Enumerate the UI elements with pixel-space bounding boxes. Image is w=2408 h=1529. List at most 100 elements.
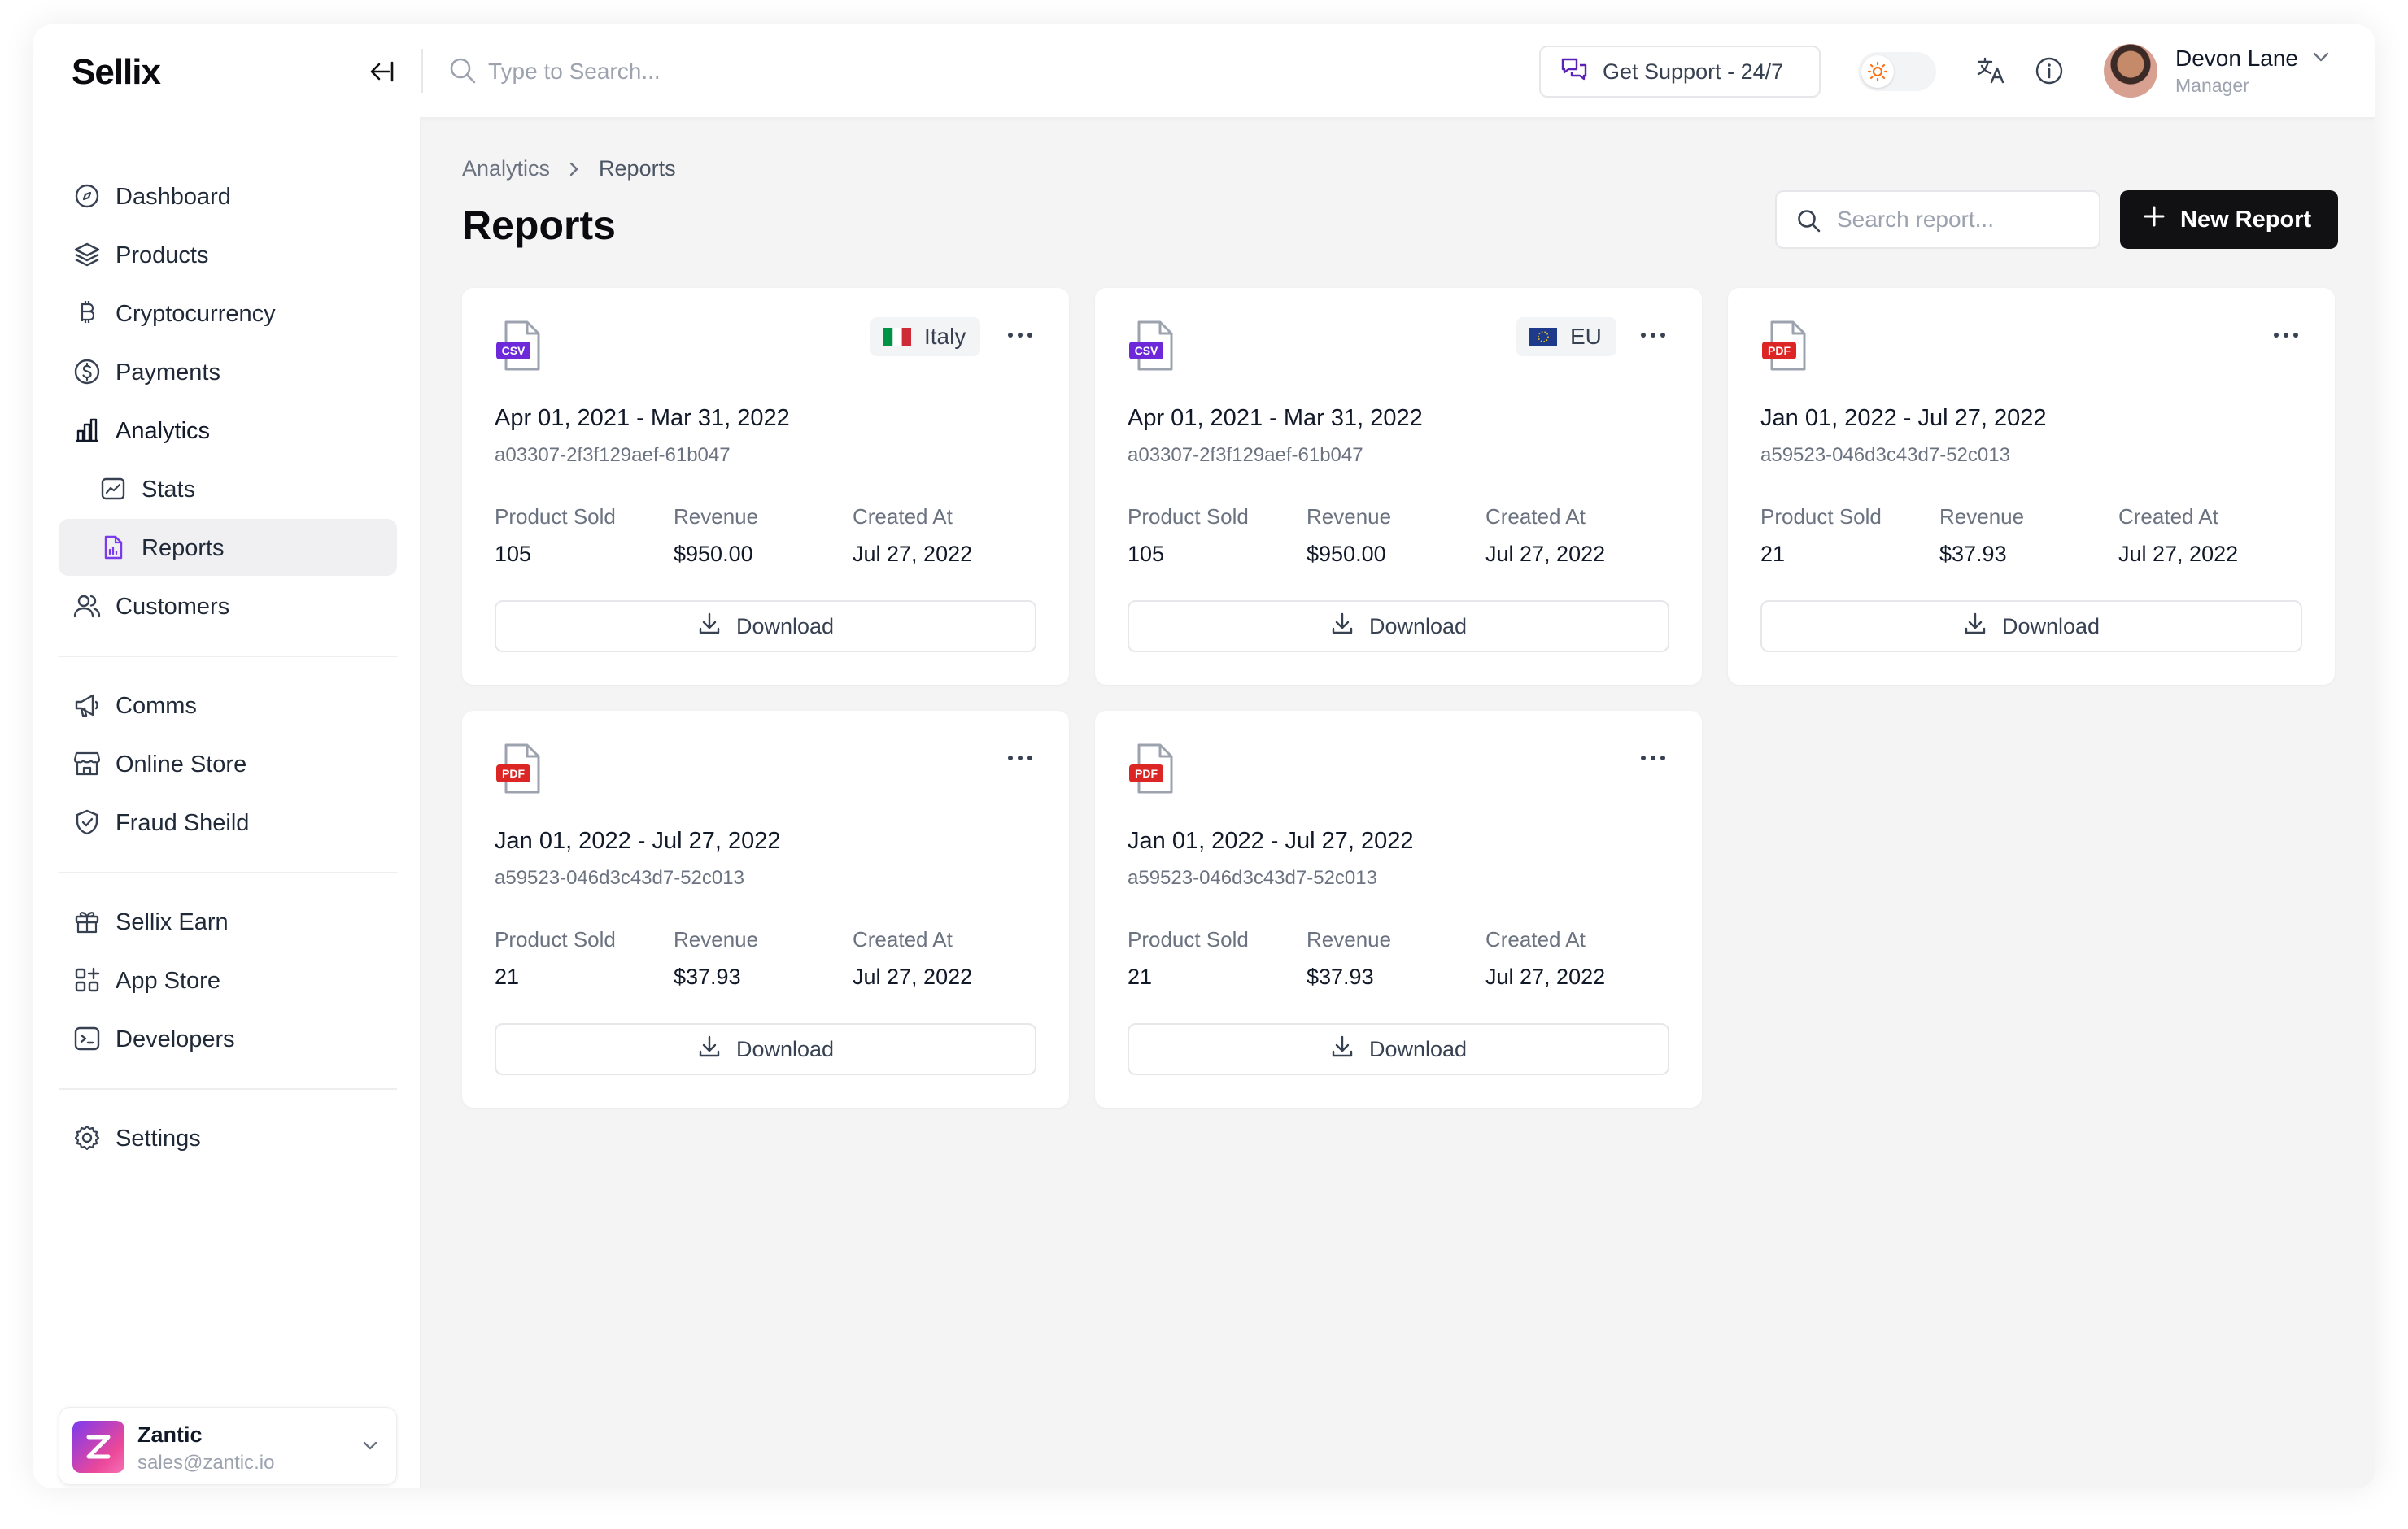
sidebar-item-label: Comms bbox=[116, 693, 197, 719]
download-button[interactable]: Download bbox=[495, 600, 1036, 652]
sidebar-item-settings[interactable]: Settings bbox=[59, 1109, 397, 1166]
sidebar-item-products[interactable]: Products bbox=[59, 226, 397, 283]
sidebar-item-label: Developers bbox=[116, 1026, 235, 1052]
sidebar-item-comms[interactable]: Comms bbox=[59, 677, 397, 734]
info-icon[interactable] bbox=[2034, 55, 2065, 90]
created-at-label: Created At bbox=[2118, 504, 2218, 529]
report-date-range: Jan 01, 2022 - Jul 27, 2022 bbox=[1760, 405, 2047, 431]
sidebar-item-label: Customers bbox=[116, 594, 230, 620]
sidebar-item-label: App Store bbox=[116, 968, 220, 994]
download-button[interactable]: Download bbox=[495, 1023, 1036, 1075]
report-search[interactable] bbox=[1775, 190, 2100, 249]
sidebar-item-customers[interactable]: Customers bbox=[59, 577, 397, 634]
product-sold-value: 21 bbox=[1760, 542, 1786, 566]
sellix-logo[interactable]: Sellix bbox=[72, 52, 161, 93]
chevron-down-icon[interactable] bbox=[360, 1437, 380, 1457]
sidebar-item-cryptocurrency[interactable]: Cryptocurrency bbox=[59, 285, 397, 342]
avatar[interactable] bbox=[2104, 44, 2157, 98]
report-search-input[interactable] bbox=[1837, 203, 2081, 236]
user-role: Manager bbox=[2175, 75, 2249, 96]
created-at-label: Created At bbox=[853, 927, 953, 952]
product-sold-value: 105 bbox=[1128, 542, 1165, 566]
product-sold-label: Product Sold bbox=[1760, 504, 1882, 529]
chevron-down-icon[interactable] bbox=[2310, 49, 2332, 69]
more-options-icon[interactable] bbox=[2270, 325, 2302, 345]
product-sold-value: 105 bbox=[495, 542, 532, 566]
download-icon bbox=[697, 1035, 722, 1065]
page-title: Reports bbox=[462, 203, 616, 248]
sidebar-item-label: Analytics bbox=[116, 418, 211, 444]
report-date-range: Jan 01, 2022 - Jul 27, 2022 bbox=[1128, 828, 1414, 854]
dollar-circle-icon bbox=[73, 358, 101, 386]
created-at-label: Created At bbox=[1485, 927, 1586, 952]
chat-support-icon bbox=[1560, 56, 1588, 88]
sidebar-item-dashboard[interactable]: Dashboard bbox=[59, 168, 397, 224]
sidebar-item-label: Fraud Sheild bbox=[116, 810, 250, 836]
report-date-range: Apr 01, 2021 - Mar 31, 2022 bbox=[495, 405, 790, 431]
sidebar-item-online-store[interactable]: Online Store bbox=[59, 735, 397, 792]
sidebar-item-label: Reports bbox=[142, 535, 225, 561]
report-card[interactable]: CSV EU Apr 01, 2021 - Mar 31, 2022 a0330… bbox=[1095, 288, 1702, 685]
download-button[interactable]: Download bbox=[1128, 600, 1669, 652]
download-button[interactable]: Download bbox=[1128, 1023, 1669, 1075]
file-type-label: CSV bbox=[502, 344, 526, 357]
file-type-label: PDF bbox=[1768, 344, 1791, 357]
more-options-icon[interactable] bbox=[1004, 748, 1036, 768]
sidebar-item-label: Settings bbox=[116, 1126, 201, 1152]
more-options-icon[interactable] bbox=[1637, 325, 1669, 345]
new-report-label: New Report bbox=[2180, 206, 2312, 233]
collapse-sidebar-icon[interactable] bbox=[364, 55, 397, 88]
org-name: Zantic bbox=[137, 1422, 203, 1447]
sidebar-divider bbox=[59, 1088, 397, 1090]
new-report-button[interactable]: New Report bbox=[2120, 190, 2338, 249]
shield-icon bbox=[73, 808, 101, 836]
download-label: Download bbox=[1368, 613, 1468, 638]
get-support-button[interactable]: Get Support - 24/7 bbox=[1539, 46, 1821, 98]
global-search-input[interactable] bbox=[488, 54, 895, 89]
report-card[interactable]: PDF Jan 01, 2022 - Jul 27, 2022 a59523-0… bbox=[1728, 288, 2335, 685]
sidebar-item-sellix-earn[interactable]: Sellix Earn bbox=[59, 893, 397, 950]
report-file-icon bbox=[99, 534, 127, 561]
revenue-label: Revenue bbox=[1939, 504, 2025, 529]
download-icon bbox=[1330, 1035, 1354, 1065]
sidebar-item-app-store[interactable]: App Store bbox=[59, 952, 397, 1008]
sidebar-item-fraud-shield[interactable]: Fraud Sheild bbox=[59, 794, 397, 851]
pdf-file-icon: PDF bbox=[495, 742, 548, 795]
created-at-value: Jul 27, 2022 bbox=[1485, 542, 1606, 566]
search-icon bbox=[447, 55, 478, 90]
download-icon bbox=[697, 612, 722, 642]
translate-icon[interactable] bbox=[1975, 55, 2006, 90]
report-date-range: Apr 01, 2021 - Mar 31, 2022 bbox=[1128, 405, 1423, 431]
organization-switcher[interactable]: Zantic sales@zantic.io bbox=[59, 1407, 397, 1485]
store-icon bbox=[73, 750, 101, 778]
header-divider bbox=[421, 49, 423, 93]
region-badge: EU bbox=[1516, 317, 1616, 356]
revenue-value: $950.00 bbox=[1307, 542, 1386, 566]
more-options-icon[interactable] bbox=[1637, 748, 1669, 768]
report-card[interactable]: PDF Jan 01, 2022 - Jul 27, 2022 a59523-0… bbox=[462, 711, 1069, 1108]
report-card[interactable]: PDF Jan 01, 2022 - Jul 27, 2022 a59523-0… bbox=[1095, 711, 1702, 1108]
megaphone-icon bbox=[73, 691, 101, 719]
theme-toggle[interactable] bbox=[1858, 52, 1936, 91]
revenue-label: Revenue bbox=[1307, 504, 1392, 529]
report-id: a59523-046d3c43d7-52c013 bbox=[1128, 867, 1377, 889]
report-id: a03307-2f3f129aef-61b047 bbox=[1128, 444, 1363, 466]
region-label: Italy bbox=[924, 324, 966, 349]
file-type-label: CSV bbox=[1135, 344, 1158, 357]
sidebar-item-stats[interactable]: Stats bbox=[59, 460, 397, 517]
sidebar-item-reports[interactable]: Reports bbox=[59, 519, 397, 576]
breadcrumb-analytics[interactable]: Analytics bbox=[462, 156, 550, 181]
download-label: Download bbox=[2001, 613, 2100, 638]
sidebar-item-payments[interactable]: Payments bbox=[59, 343, 397, 400]
more-options-icon[interactable] bbox=[1004, 325, 1036, 345]
sidebar-item-analytics[interactable]: Analytics bbox=[59, 402, 397, 459]
sidebar-item-developers[interactable]: Developers bbox=[59, 1010, 397, 1067]
download-button[interactable]: Download bbox=[1760, 600, 2302, 652]
report-card[interactable]: CSV Italy Apr 01, 2021 - Mar 31, 2022 a0… bbox=[462, 288, 1069, 685]
created-at-value: Jul 27, 2022 bbox=[2118, 542, 2239, 566]
user-name[interactable]: Devon Lane bbox=[2175, 46, 2298, 72]
created-at-value: Jul 27, 2022 bbox=[853, 542, 973, 566]
sidebar-item-label: Sellix Earn bbox=[116, 909, 229, 935]
created-at-value: Jul 27, 2022 bbox=[1485, 965, 1606, 989]
breadcrumb-reports: Reports bbox=[599, 156, 676, 181]
